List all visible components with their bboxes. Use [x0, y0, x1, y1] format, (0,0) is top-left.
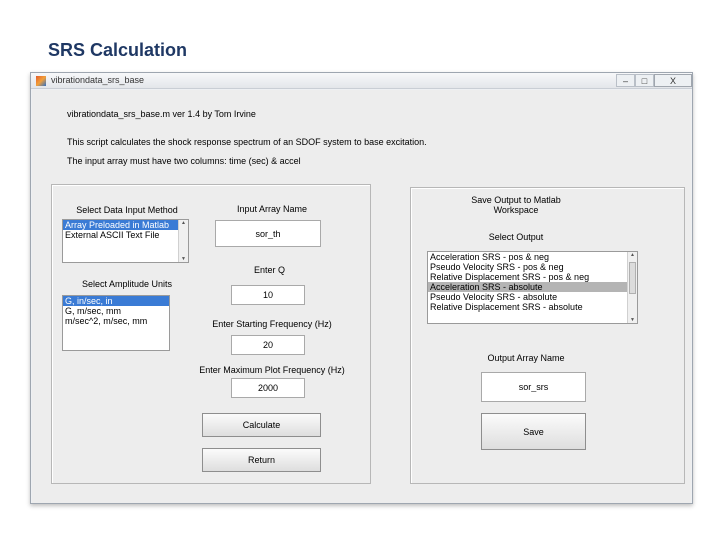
scroll-up-icon[interactable]: ▲ [179, 220, 188, 226]
list-item[interactable]: Acceleration SRS - absolute [428, 282, 637, 292]
minimize-button[interactable]: – [616, 74, 635, 87]
return-button[interactable]: Return [202, 448, 321, 472]
input-method-listbox[interactable]: Array Preloaded in Matlab External ASCII… [62, 219, 189, 263]
amplitude-units-label: Select Amplitude Units [81, 279, 173, 289]
maximize-button[interactable]: □ [635, 74, 654, 87]
output-type-listbox[interactable]: Acceleration SRS - pos & neg Pseudo Velo… [427, 251, 638, 324]
max-frequency-field[interactable] [231, 378, 305, 398]
input-array-label: Input Array Name [236, 204, 308, 214]
list-item[interactable]: Acceleration SRS - pos & neg [428, 252, 637, 262]
description-text: This script calculates the shock respons… [67, 137, 427, 147]
window-content: vibrationdata_srs_base.m ver 1.4 by Tom … [32, 90, 691, 503]
list-item[interactable]: Relative Displacement SRS - pos & neg [428, 272, 637, 282]
output-array-field[interactable] [481, 372, 586, 402]
save-output-title: Save Output to Matlab [471, 195, 561, 205]
list-item[interactable]: G, in/sec, in [63, 296, 169, 306]
start-frequency-field[interactable] [231, 335, 305, 355]
close-button[interactable]: X [654, 74, 692, 87]
scroll-down-icon[interactable]: ▼ [179, 256, 188, 262]
select-output-label: Select Output [488, 232, 544, 242]
list-item[interactable]: Pseudo Velocity SRS - pos & neg [428, 262, 637, 272]
input-method-label: Select Data Input Method [76, 205, 178, 215]
scroll-down-icon[interactable]: ▼ [628, 317, 637, 323]
input-method-scrollbar[interactable]: ▲ ▼ [178, 220, 188, 262]
save-button[interactable]: Save [481, 413, 586, 450]
output-type-scrollbar[interactable]: ▲ ▼ [627, 252, 637, 323]
scroll-up-icon[interactable]: ▲ [628, 252, 637, 258]
calculate-button[interactable]: Calculate [202, 413, 321, 437]
amplitude-units-listbox[interactable]: G, in/sec, in G, m/sec, mm m/sec^2, m/se… [62, 295, 170, 351]
max-frequency-label: Enter Maximum Plot Frequency (Hz) [199, 365, 345, 375]
list-item[interactable]: Pseudo Velocity SRS - absolute [428, 292, 637, 302]
input-panel: Select Data Input Method Array Preloaded… [51, 184, 371, 484]
slide-title: SRS Calculation [48, 40, 188, 60]
list-item[interactable]: G, m/sec, mm [63, 306, 169, 316]
window-titlebar[interactable]: vibrationdata_srs_base – □ X [31, 73, 692, 89]
start-frequency-label: Enter Starting Frequency (Hz) [212, 319, 332, 329]
scroll-thumb[interactable] [629, 262, 636, 294]
list-item[interactable]: Array Preloaded in Matlab [63, 220, 188, 230]
q-label: Enter Q [253, 265, 285, 275]
list-item[interactable]: External ASCII Text File [63, 230, 188, 240]
version-text: vibrationdata_srs_base.m ver 1.4 by Tom … [67, 109, 256, 119]
app-window: vibrationdata_srs_base – □ X vibrationda… [30, 72, 693, 504]
list-item[interactable]: m/sec^2, m/sec, mm [63, 316, 169, 326]
window-title: vibrationdata_srs_base [51, 75, 145, 85]
matlab-icon [36, 76, 46, 86]
input-array-field[interactable] [215, 220, 321, 247]
output-array-label: Output Array Name [487, 353, 565, 363]
save-output-title-2: Workspace [493, 205, 539, 215]
save-output-panel: Save Output to Matlab Workspace Select O… [410, 187, 685, 484]
q-field[interactable] [231, 285, 305, 305]
list-item[interactable]: Relative Displacement SRS - absolute [428, 302, 637, 312]
input-format-text: The input array must have two columns: t… [67, 156, 301, 166]
